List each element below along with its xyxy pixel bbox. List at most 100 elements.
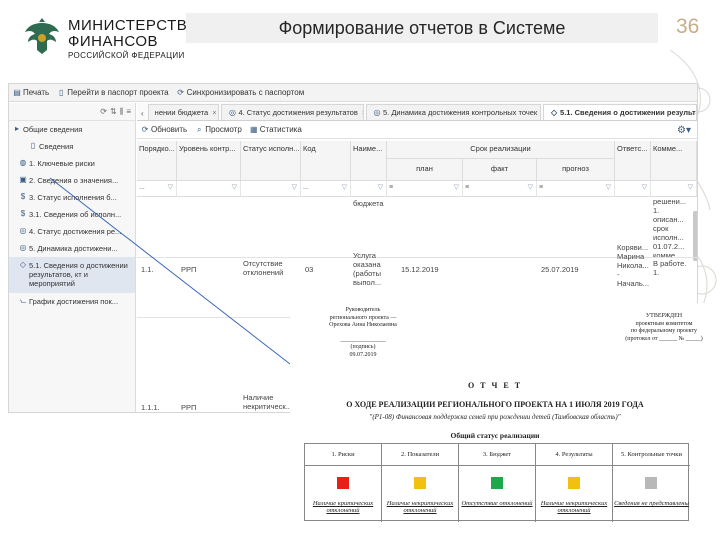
logo-line-2: ФИНАНСОВ [68, 33, 159, 50]
status-column-header: 1. Риски [305, 444, 381, 466]
column-header[interactable]: Порядко... [137, 141, 177, 181]
grid-cell-name: Услуга оказана (работы выпол... [353, 251, 382, 287]
grid-cell-status: Отсутствие отклонений [243, 259, 284, 277]
clipboard-icon: ▣ [19, 175, 27, 184]
sidebar-item-chart[interactable]: ⦦ График достижения пок... [9, 293, 135, 310]
filter-icon[interactable]: ▽ [528, 181, 533, 195]
collapse-icon[interactable]: ⇅ [110, 107, 117, 116]
target-icon: ◎ [373, 108, 381, 117]
column-header[interactable]: Уровень контр... [177, 141, 241, 181]
doc-text: Орехова Анна Николаевна [329, 322, 397, 328]
document-icon: ▯ [59, 87, 64, 97]
doc-text: 09.07.2019 [349, 351, 377, 358]
subcolumn-header[interactable]: план [387, 159, 463, 181]
doc-signatory-block: Руководитель регионального проекта — Оре… [308, 307, 418, 359]
column-header[interactable]: Статус исполн... [241, 141, 301, 181]
menu-icon[interactable]: ≡ [126, 107, 131, 116]
subcolumn-header[interactable]: прогноз [537, 159, 615, 181]
filter-cell[interactable]: ... ▽ [137, 181, 177, 197]
status-indicator [645, 477, 657, 489]
print-label: Печать [23, 88, 50, 97]
column-header[interactable]: Срок реализации [387, 141, 615, 159]
tab-dynamics[interactable]: ◎ 5. Динамика достижения контрольных точе… [366, 104, 542, 120]
filter-icon[interactable]: ▽ [606, 181, 611, 195]
sidebar-item-budget-status[interactable]: $ 3. Статус исполнения б... [9, 189, 135, 206]
grid-cell-forecast: 25.07.2019 [541, 265, 579, 274]
sync-icon: ⟳ [177, 87, 184, 97]
sidebar-item-risks[interactable]: ◍ 1. Ключевые риски [9, 155, 135, 172]
close-icon[interactable]: × [212, 108, 216, 117]
columns-icon[interactable]: ⫼ [120, 107, 124, 117]
sidebar-item-budget-execution[interactable]: $ 3.1. Сведения об исполн... [9, 206, 135, 223]
sidebar-item-dynamics[interactable]: ◎ 5. Динамика достижени... [9, 240, 135, 257]
filter-cell[interactable]: ▽ [351, 181, 387, 197]
logo-line-1: МИНИСТЕРСТВО [68, 17, 199, 34]
sidebar-item-general[interactable]: ▸ Общие сведения [9, 121, 135, 138]
sidebar-item-info[interactable]: ▯ Сведения [9, 138, 135, 155]
print-button[interactable]: ▤ Печать [13, 88, 49, 97]
sidebar-item-values[interactable]: ▣ 2. Сведения о значения... [9, 172, 135, 189]
filter-cell[interactable]: ▽ [177, 181, 241, 197]
sidebar-tools: ⟳ ⇅ ⫼ ≡ [9, 103, 135, 121]
goto-passport-button[interactable]: ▯ Перейти в паспорт проекта [57, 87, 169, 97]
view-button[interactable]: ⌕ Просмотр [195, 125, 242, 134]
filter-cell[interactable]: ▽ [241, 181, 301, 197]
subcolumn-header[interactable]: факт [463, 159, 537, 181]
stats-button[interactable]: ▦ Статистика [250, 125, 302, 134]
shield-icon: ◇ [19, 260, 27, 269]
filter-icon[interactable]: ▽ [168, 181, 173, 195]
tab-label: 5.1. Сведения о достижении результатов, … [560, 108, 696, 117]
filter-icon[interactable]: ▽ [342, 181, 347, 195]
sidebar-item-results-details[interactable]: ◇ 5.1. Сведения о достижении результатов… [9, 257, 135, 293]
close-icon[interactable]: × [362, 108, 363, 117]
filter-icon[interactable]: ▽ [292, 181, 297, 195]
status-column-header: 2. Показатели [382, 444, 458, 466]
column-header[interactable]: Код [301, 141, 351, 181]
tab-scroll-left-icon[interactable]: ‹ [137, 109, 148, 120]
filter-icon[interactable]: ▽ [378, 181, 383, 195]
filter-cell[interactable]: ▽ [615, 181, 651, 197]
filter-cell[interactable]: ≡ ▽ [463, 181, 537, 197]
doc-text: регионального проекта — [329, 314, 397, 321]
document-icon: ▯ [30, 141, 36, 150]
tab-results-status[interactable]: ◎4. Статус достижения результатов × [221, 104, 364, 120]
sync-label: Синхронизировать с паспортом [186, 88, 305, 97]
filter-icon[interactable]: ▽ [688, 181, 693, 195]
refresh-button[interactable]: ⟳ Обновить [141, 125, 188, 134]
status-indicator [337, 477, 349, 489]
budget-icon: $ [20, 192, 26, 201]
filter-cell[interactable]: ≡ ▽ [537, 181, 615, 197]
view-label: Просмотр [205, 125, 242, 134]
vertical-scrollbar[interactable] [693, 211, 697, 261]
status-column-budget: 3. Бюджет Отсутствие отклонений [459, 444, 536, 522]
column-header[interactable]: Наиме... [351, 141, 387, 181]
filter-cell[interactable]: ▽ [651, 181, 697, 197]
filter-icon[interactable]: ▽ [642, 181, 647, 195]
tab-budget[interactable]: нении бюджета × [147, 104, 220, 120]
column-header[interactable]: Комме... [651, 141, 697, 181]
doc-status-title: Общий статус реализации [450, 431, 540, 440]
presentation-slide: МИНИСТЕРСТВО ФИНАНСОВ РОССИЙСКОЙ ФЕДЕРАЦ… [0, 0, 720, 540]
status-note: Отсутствие отклонений [461, 500, 533, 507]
column-header[interactable]: Ответс... [615, 141, 651, 181]
grid-cell-code: 03 [305, 265, 314, 274]
refresh-icon[interactable]: ⟳ [100, 107, 107, 116]
doc-spacer [308, 330, 418, 337]
sidebar-item-results-status[interactable]: ◎ 4. Статус достижения ре... [9, 223, 135, 240]
filter-cell[interactable]: ... ▽ [301, 181, 351, 197]
filter-cell[interactable]: ≡ ▽ [387, 181, 463, 197]
filter-icon[interactable]: ▽ [454, 181, 459, 195]
sidebar: ⟳ ⇅ ⫼ ≡ ▸ Общие сведения ▯ Сведения ◍ 1.… [9, 103, 136, 412]
doc-text: Руководитель [345, 307, 381, 313]
folder-icon: ▸ [14, 124, 19, 133]
filter-icon[interactable]: ▽ [232, 181, 237, 195]
slide-number: 36 [676, 15, 700, 38]
status-column-results: 4. Результаты Наличие некритических откл… [536, 444, 613, 522]
sidebar-item-label: 5.1. Сведения о достижении результатов, … [29, 261, 128, 288]
stats-label: Статистика [259, 125, 302, 134]
tab-results-details[interactable]: ◇5.1. Сведения о достижении результатов,… [543, 104, 697, 120]
gear-icon[interactable]: ⚙▾ [677, 125, 691, 136]
action-bar: ⟳ Обновить ⌕ Просмотр ▦ Статистика [137, 121, 697, 139]
sync-button[interactable]: ⟳ Синхронизировать с паспортом [177, 87, 305, 97]
search-icon: ⌕ [196, 124, 202, 134]
